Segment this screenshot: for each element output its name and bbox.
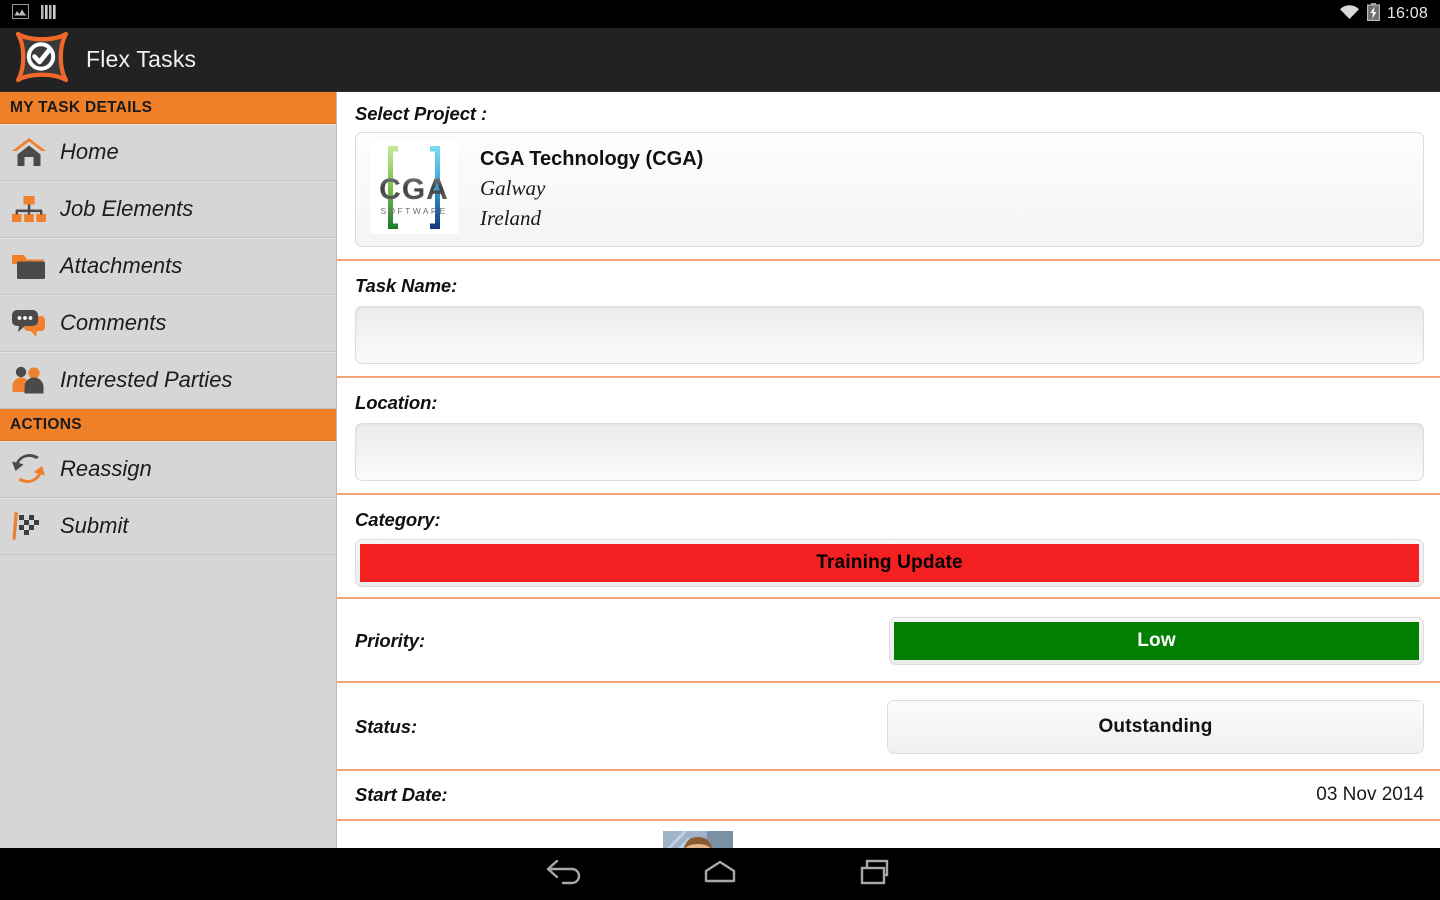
status-section: Status: Outstanding [337, 683, 1440, 769]
recents-button[interactable] [853, 857, 899, 892]
status-value: Outstanding [888, 701, 1423, 753]
bars-icon [40, 4, 57, 25]
project-city: Galway [480, 175, 546, 200]
status-bar-clock: 16:08 [1386, 5, 1428, 22]
task-details-form: Select Project : CGA SOFTWARE CGA Techno… [337, 92, 1440, 848]
sidebar-item-job-elements[interactable]: Job Elements [0, 181, 336, 238]
category-selector[interactable]: Training Update [355, 539, 1424, 587]
start-date-section: Start Date: 03 Nov 2014 [337, 771, 1440, 819]
cga-logo-icon: CGA SOFTWARE [370, 140, 458, 239]
reassign-arrows-icon [8, 449, 50, 489]
home-icon [8, 132, 50, 172]
app-body: MY TASK DETAILS Home Job Elements Attach… [0, 92, 1440, 848]
select-project-label: Select Project : [355, 103, 488, 124]
sidebar-item-attachments[interactable]: Attachments [0, 238, 336, 295]
sidebar-item-home[interactable]: Home [0, 124, 336, 181]
status-bar-system: 16:08 [1339, 2, 1440, 26]
task-name-section: Task Name: [337, 261, 1440, 376]
sidebar: MY TASK DETAILS Home Job Elements Attach… [0, 92, 337, 848]
folder-icon [8, 246, 50, 286]
sidebar-item-label: Home [60, 139, 119, 164]
back-button[interactable] [541, 857, 587, 892]
org-chart-icon [8, 189, 50, 229]
task-name-label: Task Name: [355, 275, 458, 296]
priority-section: Priority: Low [337, 599, 1440, 681]
sidebar-item-label: Submit [60, 513, 129, 538]
home-button[interactable] [697, 857, 743, 892]
checkered-flag-icon [8, 506, 50, 546]
speech-bubbles-icon [8, 303, 50, 343]
sidebar-section-heading-actions: ACTIONS [0, 409, 336, 441]
android-status-bar: 16:08 [0, 0, 1440, 28]
project-country: Ireland [480, 205, 542, 230]
start-date-value: 03 Nov 2014 [1316, 784, 1424, 805]
sidebar-section-heading-task-details: MY TASK DETAILS [0, 92, 336, 124]
task-name-input[interactable] [355, 306, 1424, 364]
category-label: Category: [355, 509, 441, 530]
svg-text:SOFTWARE: SOFTWARE [380, 206, 447, 216]
android-nav-bar [0, 848, 1440, 900]
location-section: Location: [337, 378, 1440, 493]
category-section: Category: Training Update [337, 495, 1440, 597]
sidebar-item-reassign[interactable]: Reassign [0, 441, 336, 498]
wifi-icon [1339, 4, 1360, 25]
category-value: Training Update [360, 544, 1419, 582]
priority-selector[interactable]: Low [889, 617, 1424, 665]
sidebar-item-interested-parties[interactable]: Interested Parties [0, 352, 336, 409]
select-project-section: Select Project : CGA SOFTWARE CGA Techno… [337, 92, 1440, 259]
start-date-label: Start Date: [355, 784, 448, 805]
app-title-bar: Flex Tasks [0, 28, 1440, 92]
sidebar-item-submit[interactable]: Submit [0, 498, 336, 555]
status-label: Status: [355, 716, 417, 737]
status-bar-notifications [0, 4, 57, 25]
project-info: CGA Technology (CGA) Galway Ireland [480, 145, 703, 233]
location-input[interactable] [355, 423, 1424, 481]
app-title: Flex Tasks [86, 46, 197, 72]
status-selector[interactable]: Outstanding [887, 700, 1424, 754]
sidebar-item-label: Reassign [60, 456, 152, 481]
priority-value: Low [894, 622, 1419, 660]
flex-tasks-logo-icon[interactable] [14, 30, 70, 89]
svg-text:CGA: CGA [379, 173, 449, 206]
location-label: Location: [355, 392, 438, 413]
battery-charging-icon [1366, 2, 1380, 26]
avatar [663, 825, 734, 848]
sidebar-item-label: Comments [60, 310, 167, 335]
sidebar-item-label: Interested Parties [60, 367, 233, 392]
sidebar-item-label: Job Elements [60, 196, 194, 221]
project-selector[interactable]: CGA SOFTWARE CGA Technology (CGA) Galway… [355, 132, 1424, 247]
assigned-to-section: Assigned To: [337, 821, 1440, 848]
project-name: CGA Technology (CGA) [480, 148, 704, 171]
sidebar-item-label: Attachments [60, 253, 183, 278]
screenshot-icon [12, 4, 29, 24]
sidebar-item-comments[interactable]: Comments [0, 295, 336, 352]
priority-label: Priority: [355, 630, 426, 651]
people-icon [8, 360, 50, 400]
